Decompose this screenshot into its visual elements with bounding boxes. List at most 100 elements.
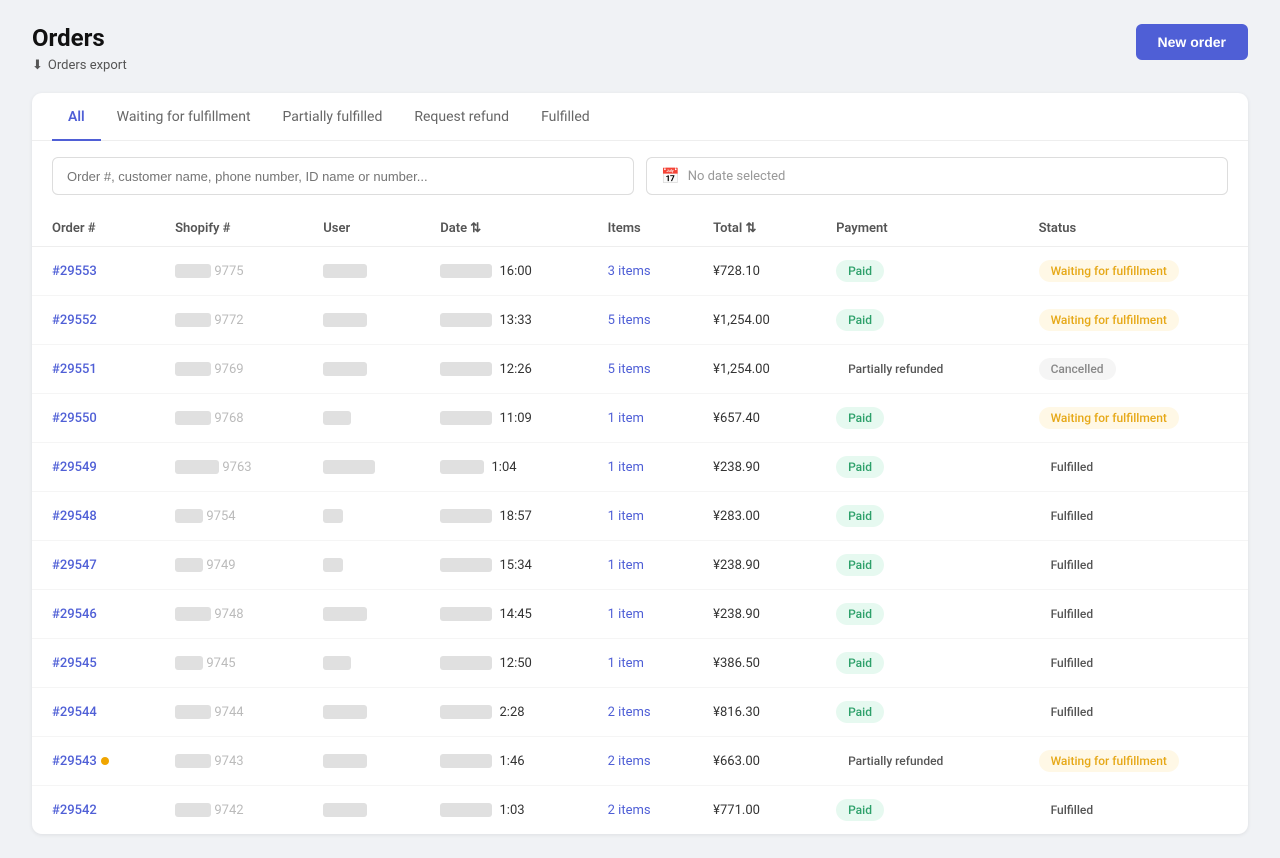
table-row: #29549 9763 1:04 1 item ¥238.90 Paid Ful… (32, 443, 1248, 492)
items-cell[interactable]: 5 items (588, 345, 694, 394)
date-placeholder: No date selected (688, 169, 786, 184)
order-id[interactable]: #29543 (32, 737, 155, 786)
date-cell: 11:09 (420, 394, 587, 443)
order-id[interactable]: #29549 (32, 443, 155, 492)
date-cell: 15:34 (420, 541, 587, 590)
total-cell: ¥657.40 (693, 394, 816, 443)
col-items: Items (588, 211, 694, 247)
tab-waiting[interactable]: Waiting for fulfillment (101, 93, 267, 141)
orders-export-link[interactable]: ⬇ Orders export (32, 58, 127, 73)
total-cell: ¥728.10 (693, 247, 816, 296)
user-cell (303, 639, 420, 688)
user-cell (303, 443, 420, 492)
total-cell: ¥1,254.00 (693, 296, 816, 345)
date-block (440, 656, 492, 670)
user-cell (303, 590, 420, 639)
shopify-suffix: 9768 (214, 411, 243, 426)
shopify-suffix: 9743 (214, 754, 243, 769)
table-row: #29547 9749 15:34 1 item ¥238.90 Paid Fu… (32, 541, 1248, 590)
time-value: 12:26 (499, 362, 531, 377)
items-cell[interactable]: 1 item (588, 541, 694, 590)
search-input[interactable] (52, 157, 634, 195)
shopify-suffix: 9772 (214, 313, 243, 328)
export-label: Orders export (48, 58, 127, 73)
date-picker[interactable]: 📅 No date selected (646, 157, 1228, 195)
total-cell: ¥238.90 (693, 590, 816, 639)
tab-refund[interactable]: Request refund (398, 93, 525, 141)
user-cell (303, 737, 420, 786)
time-value: 16:00 (499, 264, 531, 279)
new-order-button[interactable]: New order (1136, 24, 1248, 60)
items-cell[interactable]: 1 item (588, 394, 694, 443)
items-cell[interactable]: 5 items (588, 296, 694, 345)
items-cell[interactable]: 3 items (588, 247, 694, 296)
col-date[interactable]: Date ⇅ (420, 211, 587, 247)
date-block (440, 460, 484, 474)
table-row: #29545 9745 12:50 1 item ¥386.50 Paid Fu… (32, 639, 1248, 688)
order-id[interactable]: #29544 (32, 688, 155, 737)
tab-all[interactable]: All (52, 93, 101, 141)
status-cell: Waiting for fulfillment (1019, 737, 1248, 786)
user-cell (303, 492, 420, 541)
order-id[interactable]: #29545 (32, 639, 155, 688)
items-cell[interactable]: 2 items (588, 786, 694, 835)
user-block (323, 264, 367, 278)
shopify-suffix: 9763 (222, 460, 251, 475)
order-id[interactable]: #29542 (32, 786, 155, 835)
date-block (440, 411, 492, 425)
shopify-prefix (175, 754, 211, 768)
shopify-num: 9769 (155, 345, 303, 394)
sort-icon: ⇅ (470, 221, 481, 236)
col-total[interactable]: Total ⇅ (693, 211, 816, 247)
items-cell[interactable]: 2 items (588, 688, 694, 737)
shopify-suffix: 9769 (214, 362, 243, 377)
date-cell: 13:33 (420, 296, 587, 345)
tab-partial[interactable]: Partially fulfilled (267, 93, 399, 141)
items-cell[interactable]: 1 item (588, 492, 694, 541)
order-id[interactable]: #29546 (32, 590, 155, 639)
time-value: 18:57 (499, 509, 531, 524)
user-cell (303, 541, 420, 590)
status-cell: Cancelled (1019, 345, 1248, 394)
time-value: 1:04 (491, 460, 516, 475)
user-block (323, 607, 367, 621)
items-cell[interactable]: 2 items (588, 737, 694, 786)
shopify-num: 9744 (155, 688, 303, 737)
status-cell: Fulfilled (1019, 639, 1248, 688)
col-payment: Payment (816, 211, 1018, 247)
order-id[interactable]: #29553 (32, 247, 155, 296)
date-cell: 12:50 (420, 639, 587, 688)
filters-row: 📅 No date selected (32, 141, 1248, 211)
payment-cell: Paid (816, 394, 1018, 443)
order-id[interactable]: #29550 (32, 394, 155, 443)
payment-cell: Paid (816, 247, 1018, 296)
shopify-num: 9768 (155, 394, 303, 443)
shopify-num: 9745 (155, 639, 303, 688)
user-block (323, 558, 343, 572)
status-cell: Waiting for fulfillment (1019, 296, 1248, 345)
table-row: #29548 9754 18:57 1 item ¥283.00 Paid Fu… (32, 492, 1248, 541)
items-cell[interactable]: 1 item (588, 639, 694, 688)
payment-cell: Paid (816, 296, 1018, 345)
order-id[interactable]: #29547 (32, 541, 155, 590)
user-block (323, 509, 343, 523)
order-id[interactable]: #29551 (32, 345, 155, 394)
items-cell[interactable]: 1 item (588, 590, 694, 639)
status-cell: Waiting for fulfillment (1019, 394, 1248, 443)
shopify-prefix (175, 607, 211, 621)
total-cell: ¥663.00 (693, 737, 816, 786)
total-cell: ¥238.90 (693, 443, 816, 492)
date-cell: 14:45 (420, 590, 587, 639)
user-cell (303, 345, 420, 394)
date-block (440, 509, 492, 523)
order-id[interactable]: #29552 (32, 296, 155, 345)
tab-fulfilled[interactable]: Fulfilled (525, 93, 606, 141)
date-block (440, 313, 492, 327)
user-cell (303, 394, 420, 443)
order-id[interactable]: #29548 (32, 492, 155, 541)
shopify-prefix (175, 558, 203, 572)
user-block (323, 656, 351, 670)
table-row: #29544 9744 2:28 2 items ¥816.30 Paid Fu… (32, 688, 1248, 737)
time-value: 1:46 (499, 754, 524, 769)
items-cell[interactable]: 1 item (588, 443, 694, 492)
